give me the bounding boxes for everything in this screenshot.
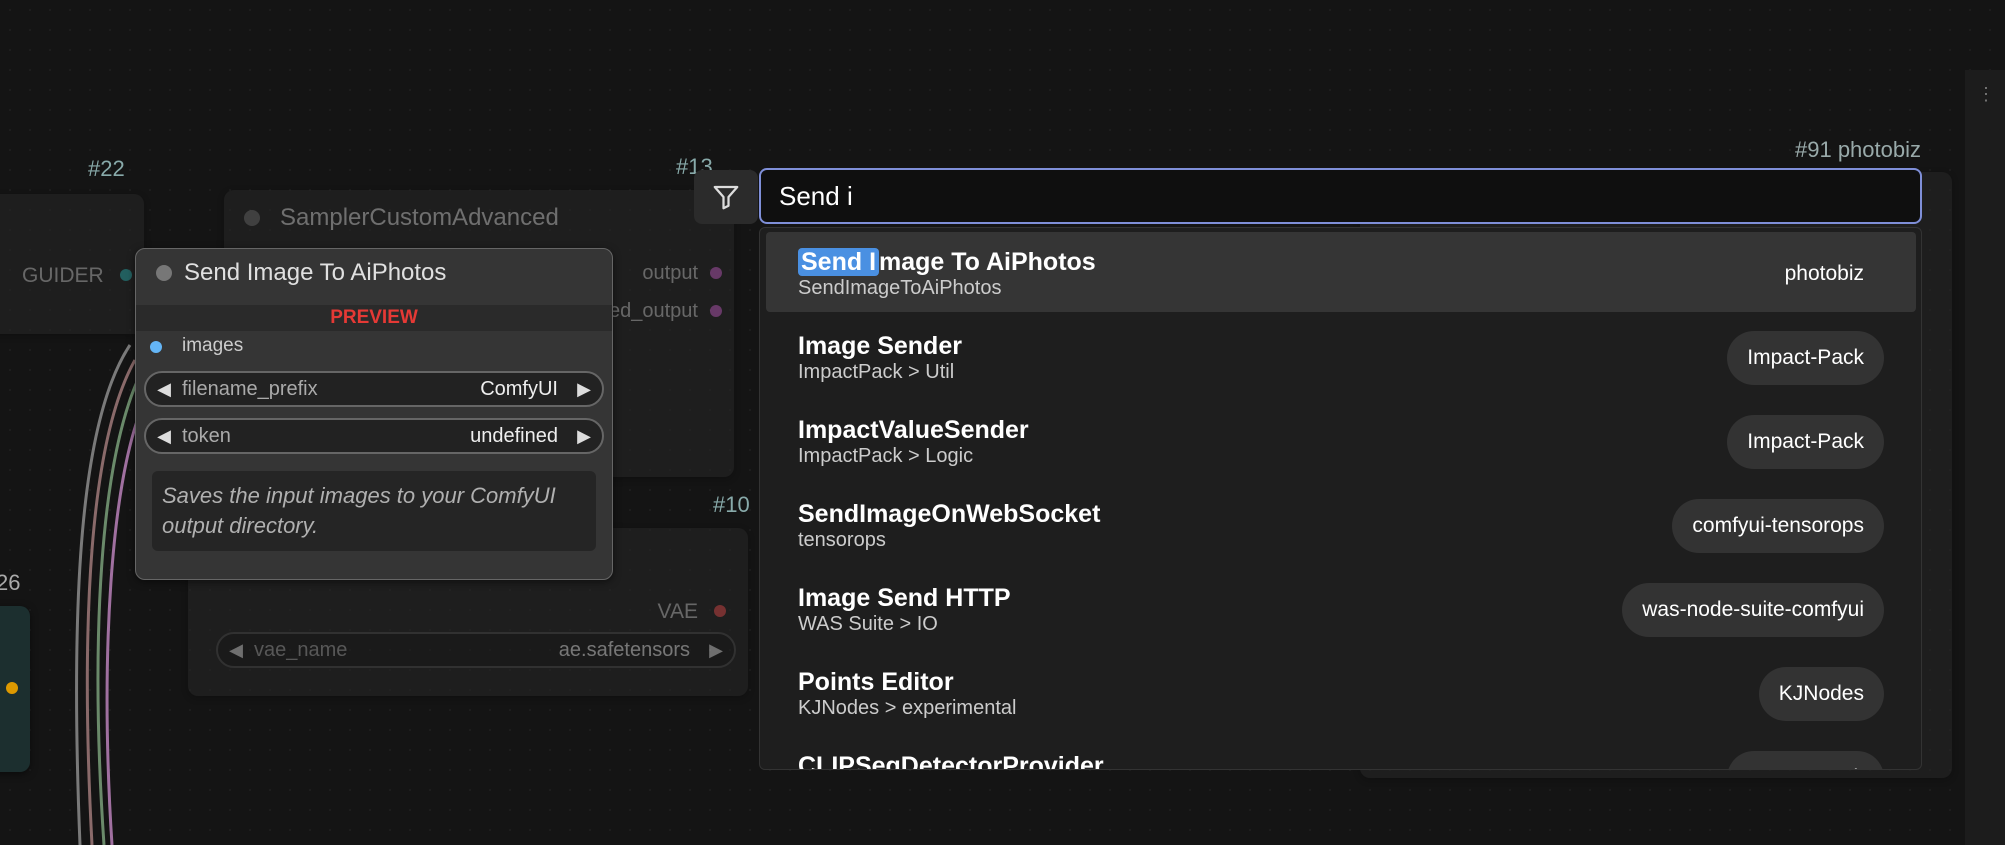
node-collapse-dot[interactable]: [156, 265, 172, 281]
result-item[interactable]: ImpactValueSender ImpactPack > Logic Imp…: [766, 400, 1916, 480]
result-item[interactable]: Image Sender ImpactPack > Util Impact-Pa…: [766, 316, 1916, 396]
result-title: SendImageOnWebSocket: [798, 500, 1101, 528]
result-title: CLIPSegDetectorProvider: [798, 752, 1104, 770]
result-subtitle: SendImageToAiPhotos: [798, 277, 1002, 299]
images-input-slot[interactable]: [150, 341, 162, 353]
guider-output-slot[interactable]: [120, 269, 132, 281]
increment-arrow-icon[interactable]: ▶: [566, 426, 602, 447]
node-title: Send Image To AiPhotos: [184, 259, 447, 286]
vae-name-widget[interactable]: ◀ vae_name ae.safetensors ▶: [216, 632, 736, 668]
token-widget[interactable]: ◀ token undefined ▶: [144, 418, 604, 454]
search-results-list: Send Image To AiPhotos SendImageToAiPhot…: [759, 227, 1922, 770]
result-item[interactable]: SendImageOnWebSocket tensorops comfyui-t…: [766, 484, 1916, 564]
node-10-id: #10: [713, 492, 750, 517]
node-26-slot[interactable]: [6, 682, 18, 694]
result-item[interactable]: Points Editor KJNodes > experimental KJN…: [766, 652, 1916, 732]
node-13-title: SamplerCustomAdvanced: [280, 204, 559, 231]
node-13-denoised-slot[interactable]: [710, 305, 722, 317]
result-title: ImpactValueSender: [798, 416, 1029, 444]
right-sidebar: ⋮: [1965, 70, 2005, 845]
node-22[interactable]: GUIDER: [0, 194, 144, 334]
node-26[interactable]: [0, 606, 30, 772]
images-input-label: images: [182, 335, 244, 356]
decrement-arrow-icon[interactable]: ◀: [218, 640, 254, 661]
node-description: Saves the input images to your ComfyUI o…: [152, 471, 596, 551]
node-22-id: #22: [88, 156, 125, 181]
drag-handle-icon[interactable]: ⋮: [1977, 84, 1995, 105]
result-badge: Impact-Pack: [1727, 415, 1884, 469]
filter-icon: [713, 185, 739, 210]
filename-prefix-widget[interactable]: ◀ filename_prefix ComfyUI ▶: [144, 371, 604, 407]
result-subtitle: ImpactPack > Util: [798, 361, 955, 383]
node-91-id: #91 photobiz: [1795, 137, 1921, 162]
increment-arrow-icon[interactable]: ▶: [566, 379, 602, 400]
result-item[interactable]: Send Image To AiPhotos SendImageToAiPhot…: [766, 232, 1916, 312]
result-title: Image Sender: [798, 332, 962, 360]
result-item[interactable]: CLIPSegDetectorProvider Impact-Pack: [766, 736, 1916, 770]
preview-badge: PREVIEW: [136, 305, 612, 331]
vae-output-label: VAE: [657, 600, 698, 623]
result-subtitle: KJNodes > experimental: [798, 697, 1017, 719]
send-image-node[interactable]: Send Image To AiPhotos PREVIEW images ◀ …: [135, 248, 613, 580]
filter-button[interactable]: [694, 170, 758, 224]
result-badge: Impact-Pack: [1727, 751, 1884, 769]
node-26-id: 26: [0, 570, 21, 595]
result-subtitle: tensorops: [798, 529, 886, 551]
result-item[interactable]: Image Send HTTP WAS Suite > IO was-node-…: [766, 568, 1916, 648]
result-badge: comfyui-tensorops: [1672, 499, 1884, 553]
result-badge: KJNodes: [1758, 667, 1884, 721]
result-badge: was-node-suite-comfyui: [1622, 583, 1884, 637]
result-title: Image Send HTTP: [798, 584, 1011, 612]
guider-output-label: GUIDER: [22, 264, 104, 287]
result-title: Points Editor: [798, 668, 954, 696]
node-13-output-slot[interactable]: [710, 267, 722, 279]
match-highlight: Send I: [798, 248, 880, 276]
result-subtitle: ImpactPack > Logic: [798, 445, 974, 467]
node-13-collapse-dot[interactable]: [244, 210, 260, 226]
result-badge: photobiz: [1784, 262, 1864, 285]
result-title: mage To AiPhotos: [879, 248, 1096, 276]
decrement-arrow-icon[interactable]: ◀: [146, 379, 182, 400]
result-badge: Impact-Pack: [1727, 331, 1884, 385]
vae-output-slot[interactable]: [714, 605, 726, 617]
node-search-input[interactable]: Send i: [759, 168, 1922, 224]
decrement-arrow-icon[interactable]: ◀: [146, 426, 182, 447]
increment-arrow-icon[interactable]: ▶: [698, 640, 734, 661]
node-13-output-label: output: [642, 262, 698, 284]
result-subtitle: WAS Suite > IO: [798, 613, 938, 635]
